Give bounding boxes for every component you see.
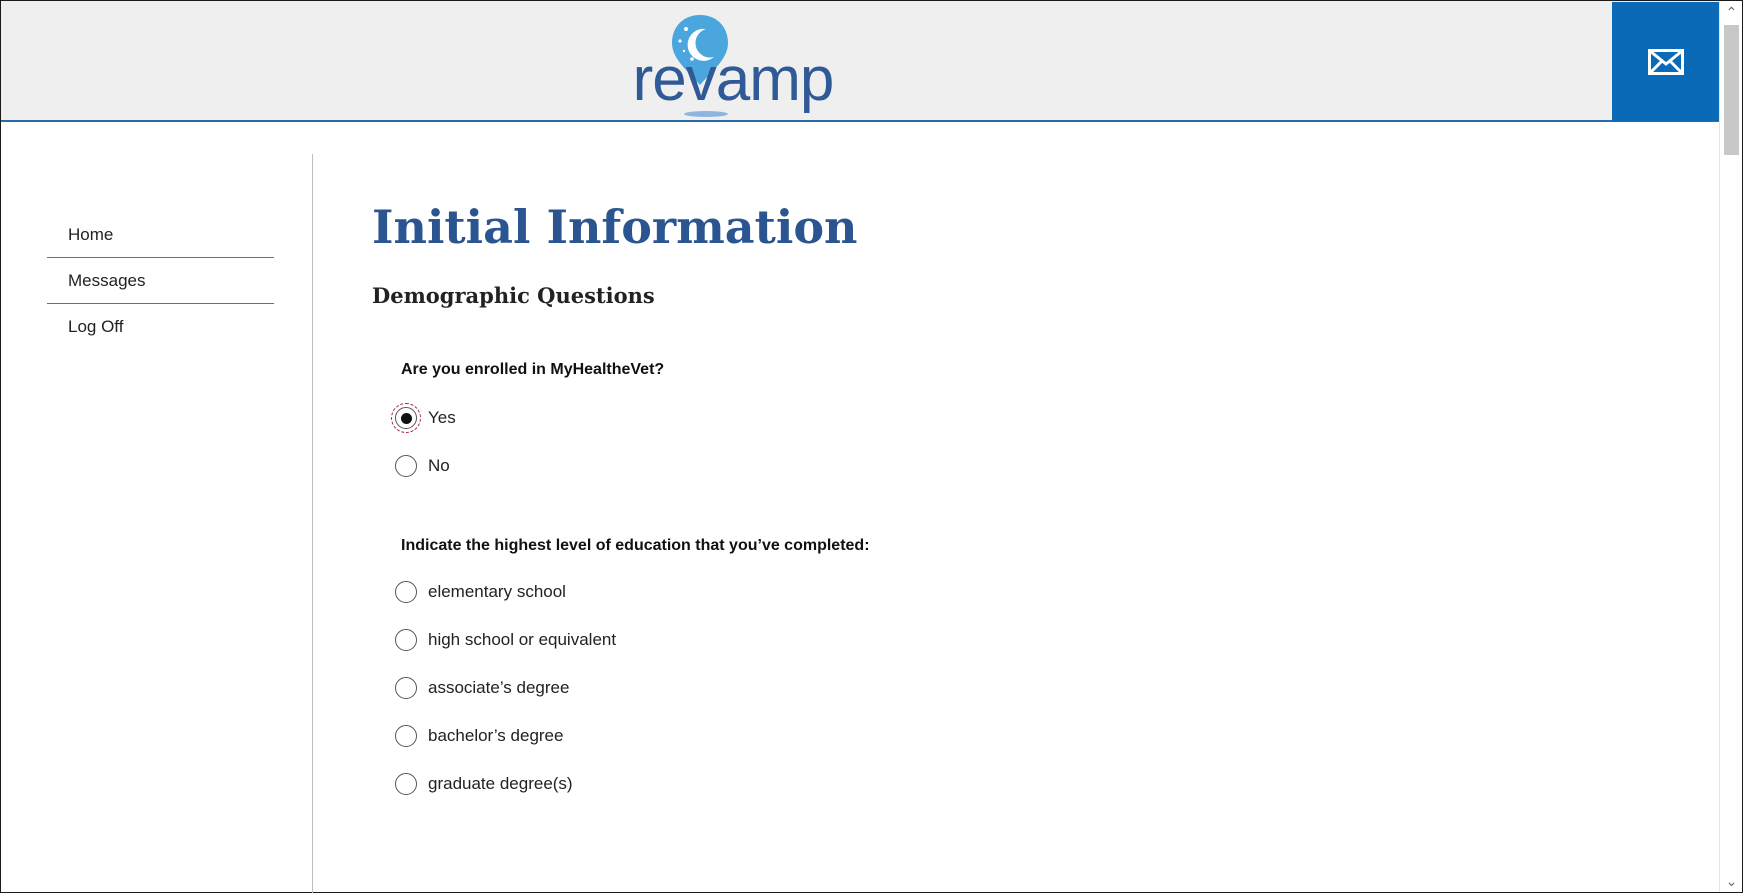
sidebar-nav: Home Messages Log Off <box>47 212 274 350</box>
section-title: Demographic Questions <box>372 283 655 308</box>
option-no[interactable]: No <box>395 451 450 481</box>
scroll-thumb[interactable] <box>1724 25 1739 155</box>
app-header: revamp <box>1 1 1720 122</box>
option-label: No <box>428 456 450 475</box>
option-label: elementary school <box>428 582 566 601</box>
scroll-down-icon[interactable]: ⌄ <box>1720 870 1743 892</box>
main-content: Initial Information Demographic Question… <box>372 195 1692 309</box>
question-education: Indicate the highest level of education … <box>401 537 870 554</box>
radio-elementary-school[interactable] <box>395 581 417 603</box>
sidebar-item-messages[interactable]: Messages <box>47 258 274 304</box>
mail-envelope-icon <box>1648 48 1684 75</box>
option-label: graduate degree(s) <box>428 774 573 793</box>
radio-high-school[interactable] <box>395 629 417 651</box>
logo-wordmark: revamp <box>632 45 835 114</box>
option-yes[interactable]: Yes <box>391 403 456 433</box>
option-bachelors-degree[interactable]: bachelor’s degree <box>395 721 563 751</box>
revamp-logo[interactable]: revamp <box>618 11 848 119</box>
option-graduate-degrees[interactable]: graduate degree(s) <box>395 769 573 799</box>
option-associates-degree[interactable]: associate’s degree <box>395 673 569 703</box>
radio-graduate-degrees[interactable] <box>395 773 417 795</box>
sidebar-item-home[interactable]: Home <box>47 212 274 258</box>
option-label: associate’s degree <box>428 678 570 697</box>
radio-associates-degree[interactable] <box>395 677 417 699</box>
option-label: Yes <box>428 408 456 427</box>
browser-frame <box>0 0 1743 893</box>
messages-button[interactable] <box>1612 2 1720 121</box>
vertical-scrollbar[interactable]: ⌃ ⌄ <box>1719 1 1742 892</box>
option-label: bachelor’s degree <box>428 726 564 745</box>
scroll-up-icon[interactable]: ⌃ <box>1720 1 1743 23</box>
option-elementary-school[interactable]: elementary school <box>395 577 566 607</box>
question-myhealthevet: Are you enrolled in MyHealtheVet? <box>401 361 665 378</box>
radio-bachelors-degree[interactable] <box>395 725 417 747</box>
radio-yes[interactable] <box>391 403 421 433</box>
logo-shadow <box>684 111 728 117</box>
content-divider <box>312 154 313 893</box>
option-label: high school or equivalent <box>428 630 617 649</box>
option-high-school[interactable]: high school or equivalent <box>395 625 616 655</box>
sidebar-item-log-off[interactable]: Log Off <box>47 304 274 350</box>
radio-no[interactable] <box>395 455 417 477</box>
page-title: Initial Information <box>372 200 858 254</box>
